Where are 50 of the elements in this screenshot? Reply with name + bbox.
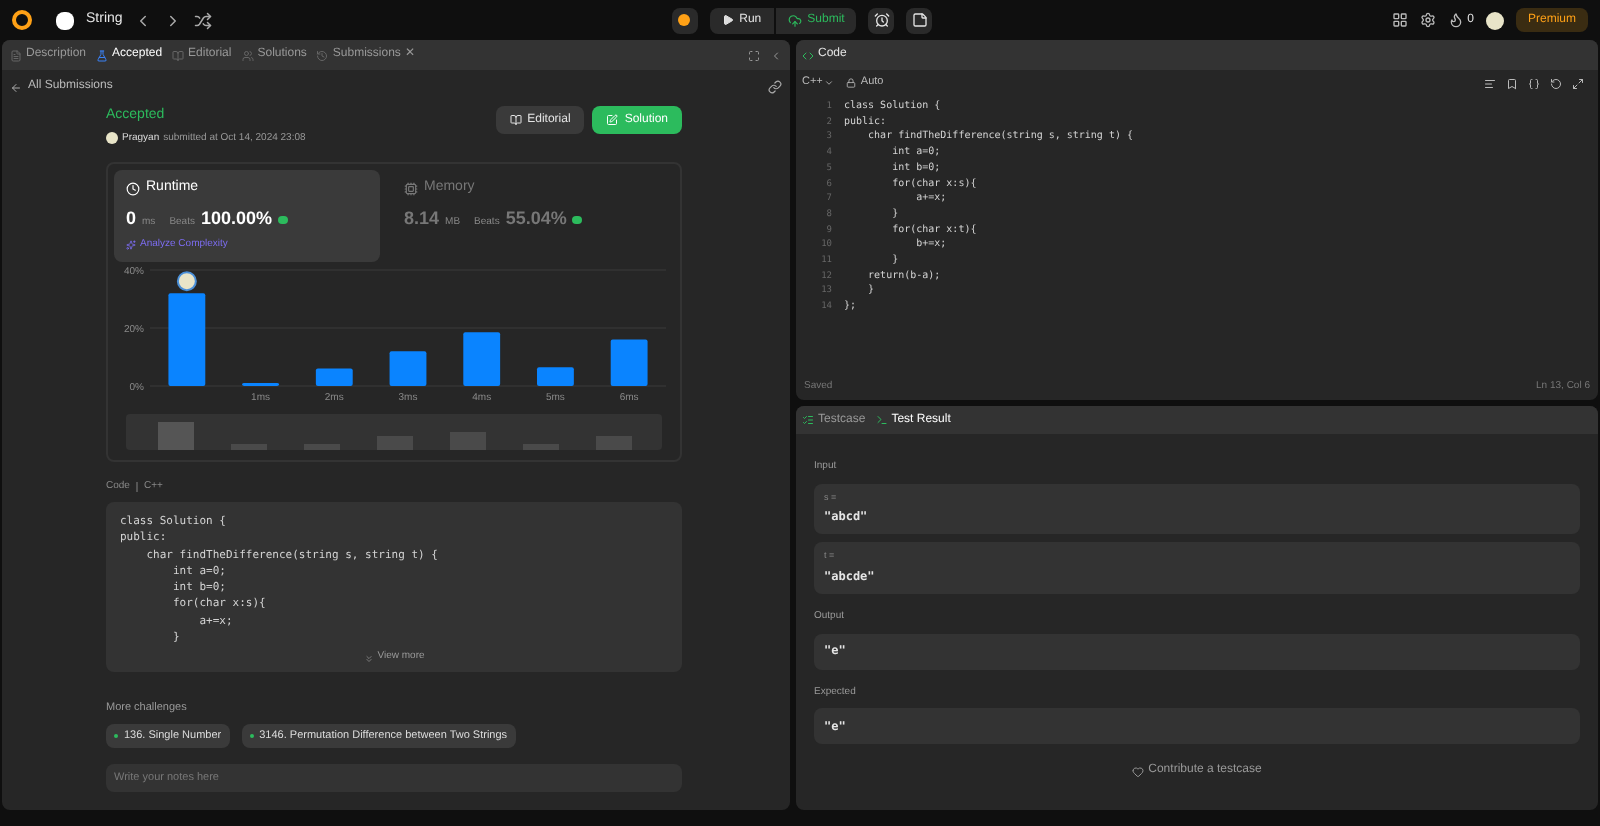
format-icon[interactable]: [1484, 77, 1496, 89]
avatar-icon: [176, 270, 197, 291]
chart-bar: [389, 350, 427, 385]
alarm-icon: [873, 12, 890, 28]
lock-icon: [846, 78, 857, 88]
settings-icon[interactable]: [1419, 12, 1436, 28]
problem-list-icon[interactable]: [56, 11, 74, 29]
tab-icon: [172, 49, 185, 61]
streak-icon[interactable]: [1447, 12, 1464, 28]
badge-icon: [278, 215, 289, 223]
tab-icon: [316, 49, 329, 61]
badge-icon: [572, 215, 583, 223]
avatar-icon[interactable]: [1486, 11, 1504, 29]
back-icon[interactable]: [10, 81, 22, 93]
tab-icon: [96, 49, 109, 61]
upload-icon: [787, 13, 802, 27]
heart-icon: [1132, 765, 1145, 777]
tab-icon: [10, 49, 22, 61]
code-icon: [802, 49, 814, 61]
chevron-icon: [824, 78, 835, 88]
play-icon: [721, 14, 734, 26]
note-button[interactable]: [906, 7, 933, 33]
shuffle-icon[interactable]: [194, 11, 213, 29]
logo-icon[interactable]: [12, 10, 32, 30]
tab-icon: [241, 49, 254, 61]
chip-icon: [404, 181, 418, 196]
stat-value: 8.14: [404, 205, 440, 231]
beats-value: 100.00%: [200, 205, 273, 231]
chart-bar: [610, 338, 648, 385]
edit-icon: [606, 114, 619, 126]
stat-value: 0: [126, 205, 137, 231]
alarm-button[interactable]: [868, 7, 895, 33]
sparkle-icon: [126, 240, 136, 251]
beats-value: 55.04%: [505, 205, 567, 231]
note-icon: [911, 12, 928, 28]
bookmark-icon[interactable]: [1506, 77, 1518, 89]
braces-icon[interactable]: [1528, 77, 1540, 89]
tab-icon: [802, 414, 814, 426]
avatar-icon: [106, 132, 118, 145]
chart-bar: [463, 331, 501, 385]
grid-icon[interactable]: [1391, 12, 1408, 28]
chart-bar: [315, 367, 353, 385]
link-icon[interactable]: [768, 80, 782, 94]
book-icon: [509, 114, 522, 126]
tab-icon: [875, 414, 888, 426]
debug-button[interactable]: [671, 7, 698, 33]
clock-icon: [126, 181, 140, 196]
reset-icon[interactable]: [1550, 77, 1562, 89]
chart-bar: [168, 292, 206, 385]
chart-bar: [537, 366, 574, 385]
